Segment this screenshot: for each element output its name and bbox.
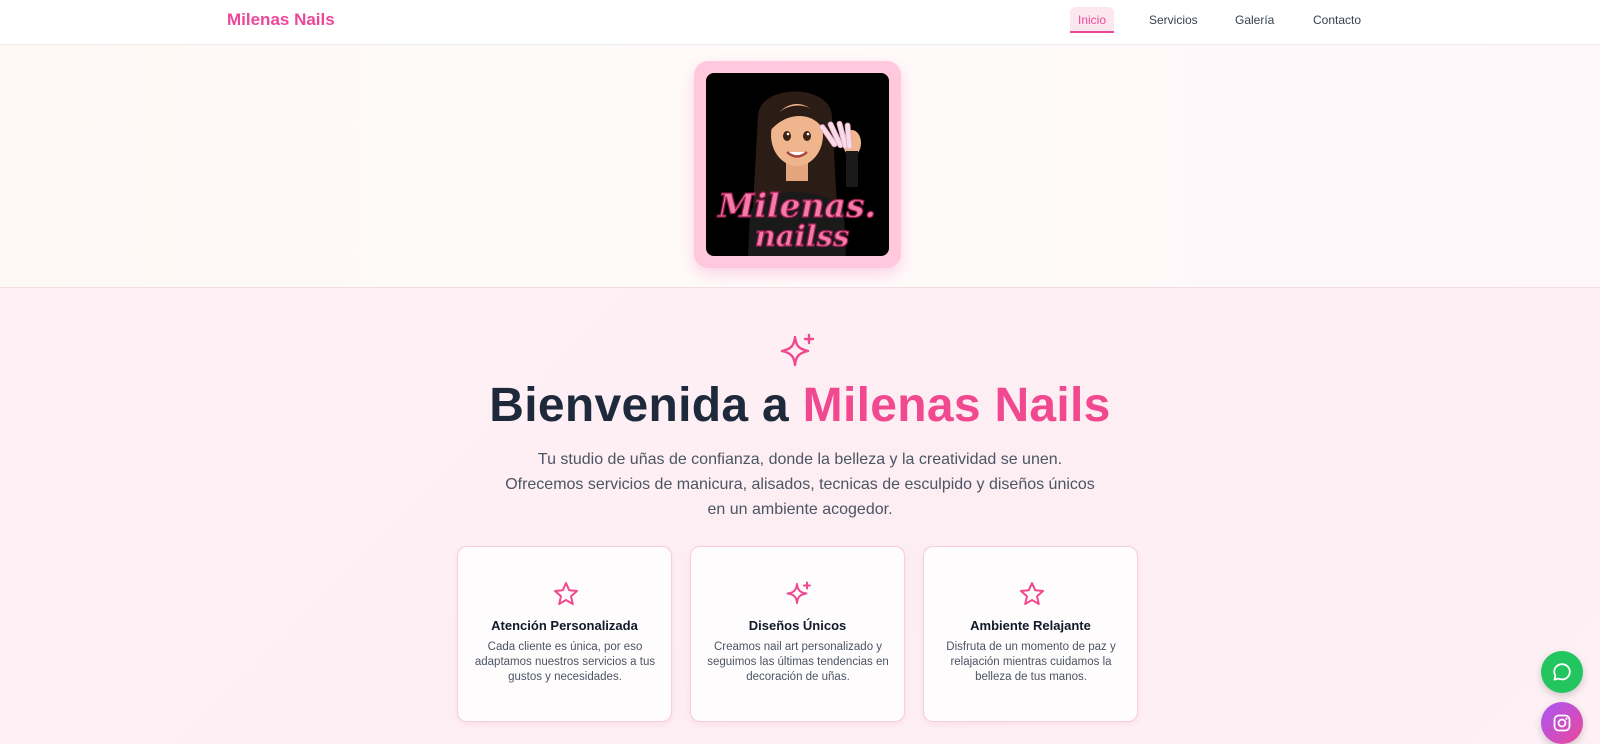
welcome-title-brand: Milenas Nails [802,379,1111,432]
nav-item-servicios[interactable]: Servicios [1141,7,1206,33]
feature-card-atencion: Atención Personalizada Cada cliente es ú… [457,546,672,722]
brand-logo-text[interactable]: Milenas Nails [227,10,335,30]
feature-card-text: Cada cliente es única, por eso adaptamos… [474,641,656,683]
sparkles-icon [780,333,815,367]
logo-frame: Milenas. nailss [694,61,901,268]
welcome-description: Tu studio de uñas de confianza, donde la… [505,451,1095,518]
logo-illustration: Milenas. nailss [706,73,889,256]
feature-card-text: Creamos nail art personalizado y seguimo… [707,641,889,683]
feature-card-title: Ambiente Relajante [970,618,1091,633]
hero-section: Milenas. nailss [0,45,1600,288]
sparkles-icon [786,581,811,604]
logo-artwork: Milenas. nailss [716,91,877,256]
welcome-title-prefix: Bienvenida a [489,379,790,432]
welcome-section: Bienvenida a Milenas Nails Tu studio de … [0,288,1600,744]
logo-text-line2: nailss [755,219,850,253]
star-icon [1020,582,1044,605]
feature-card-disenos: Diseños Únicos Creamos nail art personal… [690,546,905,722]
feature-card-title: Diseños Únicos [748,618,847,633]
instagram-icon [1553,714,1571,732]
instagram-button[interactable] [1541,702,1583,744]
nav-item-galeria[interactable]: Galería [1227,7,1282,33]
feature-card-ambiente: Ambiente Relajante Disfruta de un moment… [923,546,1138,722]
whatsapp-button[interactable] [1541,651,1583,693]
star-icon [554,582,578,605]
feature-card-text: Disfruta de un momento de paz y relajaci… [946,641,1116,683]
nav-item-contacto[interactable]: Contacto [1305,7,1369,33]
whatsapp-icon [1553,663,1571,681]
feature-card-title: Atención Personalizada [491,618,638,633]
top-navbar: Milenas Nails Inicio Servicios Galería C… [0,0,1600,45]
welcome-title: Bienvenida a Milenas Nails [0,378,1600,433]
nav-item-inicio[interactable]: Inicio [1070,7,1115,33]
